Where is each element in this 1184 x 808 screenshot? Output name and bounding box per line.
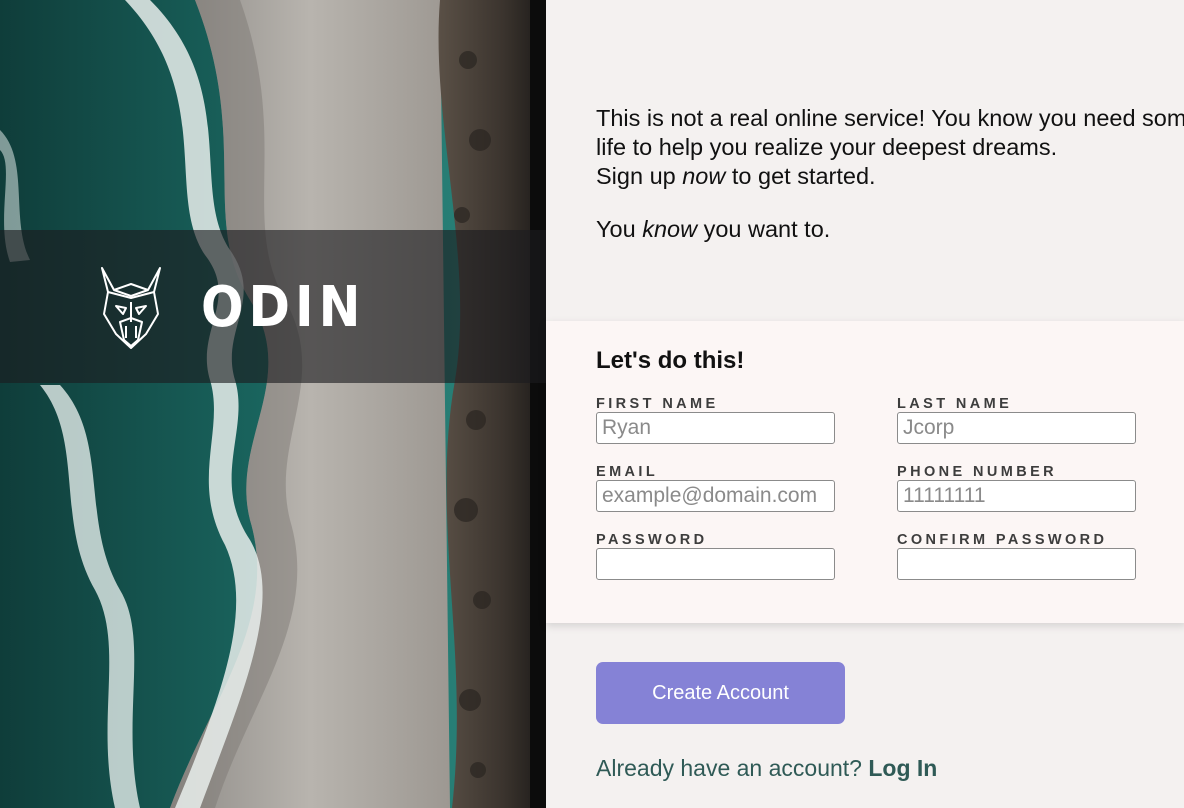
first-name-input[interactable] (596, 412, 835, 444)
beach-aerial-image (0, 0, 546, 808)
intro-line-1: This is not a real online service! You k… (596, 105, 1184, 131)
login-prompt-line: Already have an account? Log In (596, 755, 937, 782)
first-name-label: FIRST NAME (596, 396, 719, 412)
intro-text: This is not a real online service! You k… (596, 104, 1184, 244)
last-name-field-group: LAST NAME (897, 396, 1137, 444)
signup-form: Let's do this! FIRST NAME LAST NAME EMAI… (546, 321, 1184, 623)
hero-panel: ODIN (0, 0, 546, 808)
intro-closing: You know you want to. (596, 215, 1184, 244)
confirm-password-input[interactable] (897, 548, 1136, 580)
intro-line-3-start: Sign up (596, 163, 683, 189)
intro-line-2: life to help you realize your deepest dr… (596, 134, 1058, 160)
intro-emphasis-know: know (642, 216, 698, 242)
phone-label: PHONE NUMBER (897, 464, 1058, 480)
password-input[interactable] (596, 548, 835, 580)
main-panel: This is not a real online service! You k… (546, 0, 1184, 808)
login-prompt-text: Already have an account? (596, 755, 862, 781)
intro-emphasis-now: now (682, 163, 726, 189)
brand-lockup: ODIN (96, 262, 365, 352)
confirm-password-label: CONFIRM PASSWORD (897, 532, 1108, 548)
last-name-input[interactable] (897, 412, 1136, 444)
intro-line-4-start: You (596, 216, 643, 242)
password-label: PASSWORD (596, 532, 708, 548)
intro-line-4-end: you want to. (697, 216, 831, 242)
form-title: Let's do this! (596, 347, 745, 374)
first-name-field-group: FIRST NAME (596, 396, 836, 444)
last-name-label: LAST NAME (897, 396, 1013, 412)
confirm-password-field-group: CONFIRM PASSWORD (897, 532, 1137, 580)
email-input[interactable] (596, 480, 835, 512)
brand-name: ODIN (201, 274, 366, 340)
password-field-group: PASSWORD (596, 532, 836, 580)
create-account-button[interactable]: Create Account (596, 662, 845, 724)
phone-input[interactable] (897, 480, 1136, 512)
intro-paragraph: This is not a real online service! You k… (596, 104, 1184, 191)
signup-page: ODIN This is not a real online service! … (0, 0, 1184, 808)
email-label: EMAIL (596, 464, 659, 480)
phone-field-group: PHONE NUMBER (897, 464, 1137, 512)
intro-line-3-end: to get started. (725, 163, 876, 189)
email-field-group: EMAIL (596, 464, 836, 512)
login-link[interactable]: Log In (868, 755, 937, 781)
viking-helmet-logo-icon (101, 267, 161, 349)
